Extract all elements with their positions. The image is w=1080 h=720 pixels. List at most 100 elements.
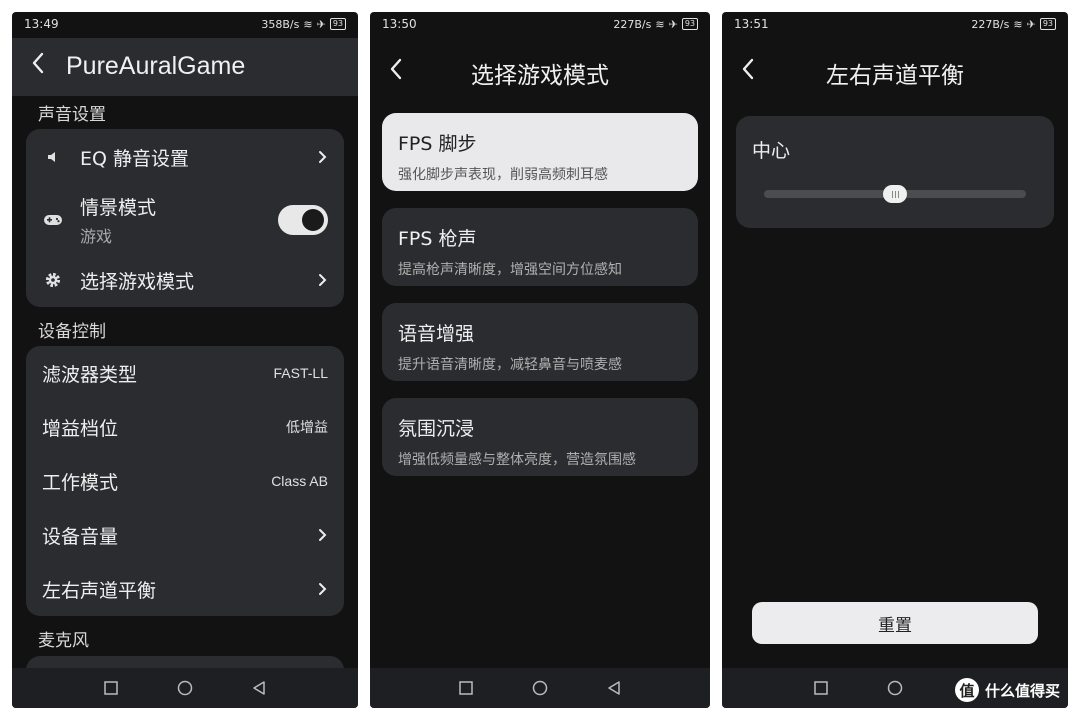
gear-icon bbox=[42, 269, 64, 291]
back-button[interactable] bbox=[26, 48, 50, 78]
section-label-sound: 声音设置 bbox=[38, 105, 106, 125]
wifi-icon: ≋ bbox=[655, 17, 665, 31]
battery-icon: 93 bbox=[681, 18, 698, 30]
mode-title: FPS 脚步 bbox=[398, 133, 477, 155]
device-volume-label: 设备音量 bbox=[42, 525, 119, 548]
screen-select-game-mode: 13:50 227B/s ≋ ✈ 93 选择游戏模式 FPS 脚步 强化脚步声表… bbox=[370, 12, 710, 708]
gain-level-value: 低增益 bbox=[286, 419, 328, 435]
scene-mode-toggle[interactable] bbox=[278, 205, 328, 235]
select-game-mode-label: 选择游戏模式 bbox=[80, 270, 195, 293]
recents-button[interactable] bbox=[456, 678, 476, 698]
back-button[interactable] bbox=[736, 54, 760, 84]
gain-level-item[interactable]: 增益档位 低增益 bbox=[26, 400, 344, 454]
watermark-text: 什么值得买 bbox=[984, 681, 1060, 700]
network-speed: 358B/s bbox=[261, 17, 300, 31]
recents-button[interactable] bbox=[811, 678, 831, 698]
back-nav-button[interactable] bbox=[604, 678, 624, 698]
recents-button[interactable] bbox=[101, 678, 121, 698]
app-bar: PureAuralGame bbox=[12, 38, 358, 96]
chevron-right-icon bbox=[319, 583, 327, 595]
status-bar: 13:49 358B/s ≋ ✈ 93 bbox=[12, 12, 358, 36]
device-control-card: 滤波器类型 FAST-LL 增益档位 低增益 工作模式 Class AB 设备音… bbox=[26, 346, 344, 616]
chevron-left-icon bbox=[390, 58, 402, 80]
app-bar: 选择游戏模式 bbox=[370, 44, 710, 96]
section-label-microphone: 麦克风 bbox=[38, 631, 89, 651]
app-bar: 左右声道平衡 bbox=[722, 44, 1068, 96]
scene-mode-label: 情景模式 bbox=[80, 197, 157, 219]
mode-option-voice-enhance[interactable]: 语音增强 提升语音清晰度，减轻鼻音与喷麦感 bbox=[382, 303, 698, 381]
channel-balance-label: 左右声道平衡 bbox=[42, 579, 157, 602]
eq-mute-settings-item[interactable]: EQ 静音设置 bbox=[26, 130, 344, 184]
status-time: 13:51 bbox=[734, 17, 769, 31]
wifi-icon: ≋ bbox=[1013, 17, 1023, 31]
filter-type-label: 滤波器类型 bbox=[42, 363, 138, 386]
scene-mode-item: 情景模式 游戏 bbox=[26, 189, 344, 251]
gain-level-label: 增益档位 bbox=[42, 417, 119, 440]
battery-icon: 93 bbox=[1039, 18, 1056, 30]
channel-balance-item[interactable]: 左右声道平衡 bbox=[26, 562, 344, 616]
select-game-mode-item[interactable]: 选择游戏模式 bbox=[26, 253, 344, 307]
slider-thumb[interactable] bbox=[883, 185, 907, 203]
page-title: PureAuralGame bbox=[66, 52, 246, 80]
circle-icon bbox=[177, 680, 193, 696]
mode-option-ambience[interactable]: 氛围沉浸 增强低频量感与整体亮度，营造氛围感 bbox=[382, 398, 698, 476]
balance-card: 中心 bbox=[736, 116, 1054, 228]
mode-option-fps-gunshot[interactable]: FPS 枪声 提高枪声清晰度，增强空间方位感知 bbox=[382, 208, 698, 286]
mode-title: FPS 枪声 bbox=[398, 228, 477, 250]
mode-description: 增强低频量感与整体亮度，营造氛围感 bbox=[398, 452, 636, 468]
chevron-right-icon bbox=[319, 274, 327, 286]
mode-title: 语音增强 bbox=[398, 323, 475, 345]
square-icon bbox=[814, 681, 828, 695]
chevron-left-icon bbox=[742, 58, 754, 80]
device-volume-item[interactable]: 设备音量 bbox=[26, 508, 344, 562]
airplane-icon: ✈ bbox=[1026, 17, 1036, 31]
gamepad-icon bbox=[42, 209, 64, 231]
section-label-device: 设备控制 bbox=[38, 322, 106, 342]
balance-value-label: 中心 bbox=[752, 140, 791, 162]
balance-slider[interactable] bbox=[764, 185, 1026, 203]
page-title: 选择游戏模式 bbox=[471, 63, 609, 89]
filter-type-item[interactable]: 滤波器类型 FAST-LL bbox=[26, 346, 344, 400]
mode-description: 强化脚步声表现，削弱高频刺耳感 bbox=[398, 167, 608, 183]
work-mode-item[interactable]: 工作模式 Class AB bbox=[26, 454, 344, 508]
work-mode-value: Class AB bbox=[271, 473, 328, 489]
scene-mode-value: 游戏 bbox=[80, 227, 113, 246]
wifi-icon: ≋ bbox=[303, 17, 313, 31]
home-button[interactable] bbox=[885, 678, 905, 698]
chevron-left-icon bbox=[32, 52, 44, 74]
page-title: 左右声道平衡 bbox=[826, 63, 964, 89]
watermark: 值 什么值得买 bbox=[954, 678, 1060, 702]
status-time: 13:50 bbox=[382, 17, 417, 31]
circle-icon bbox=[532, 680, 548, 696]
scene-mode-text: 情景模式 游戏 bbox=[80, 193, 278, 247]
mode-description: 提升语音清晰度，减轻鼻音与喷麦感 bbox=[398, 357, 622, 373]
triangle-left-icon bbox=[608, 681, 620, 695]
airplane-icon: ✈ bbox=[668, 17, 678, 31]
status-time: 13:49 bbox=[24, 17, 59, 31]
eq-mute-label: EQ 静音设置 bbox=[80, 147, 189, 170]
mode-description: 提高枪声清晰度，增强空间方位感知 bbox=[398, 262, 622, 278]
filter-type-value: FAST-LL bbox=[273, 365, 328, 381]
chevron-right-icon bbox=[319, 529, 327, 541]
network-speed: 227B/s bbox=[613, 17, 652, 31]
circle-icon bbox=[887, 680, 903, 696]
battery-icon: 93 bbox=[329, 18, 346, 30]
home-button[interactable] bbox=[530, 678, 550, 698]
reset-button[interactable]: 重置 bbox=[752, 602, 1038, 644]
screen-channel-balance: 13:51 227B/s ≋ ✈ 93 左右声道平衡 中心 重置 值 什么值得买 bbox=[722, 12, 1068, 708]
back-nav-button[interactable] bbox=[249, 678, 269, 698]
mode-title: 氛围沉浸 bbox=[398, 418, 475, 440]
network-speed: 227B/s bbox=[971, 17, 1010, 31]
square-icon bbox=[459, 681, 473, 695]
mode-option-fps-footsteps[interactable]: FPS 脚步 强化脚步声表现，削弱高频刺耳感 bbox=[382, 113, 698, 191]
work-mode-label: 工作模式 bbox=[42, 471, 119, 494]
back-button[interactable] bbox=[384, 54, 408, 84]
watermark-logo: 值 bbox=[954, 678, 979, 702]
chevron-right-icon bbox=[319, 151, 327, 163]
sound-settings-card: EQ 静音设置 情景模式 游戏 选择游戏模式 bbox=[26, 129, 344, 307]
home-button[interactable] bbox=[175, 678, 195, 698]
screen-pureauralgame-settings: 13:49 358B/s ≋ ✈ 93 PureAuralGame 声音设置 E… bbox=[12, 12, 358, 708]
navigation-bar bbox=[370, 668, 710, 708]
square-icon bbox=[104, 681, 118, 695]
status-bar: 13:50 227B/s ≋ ✈ 93 bbox=[370, 12, 710, 36]
